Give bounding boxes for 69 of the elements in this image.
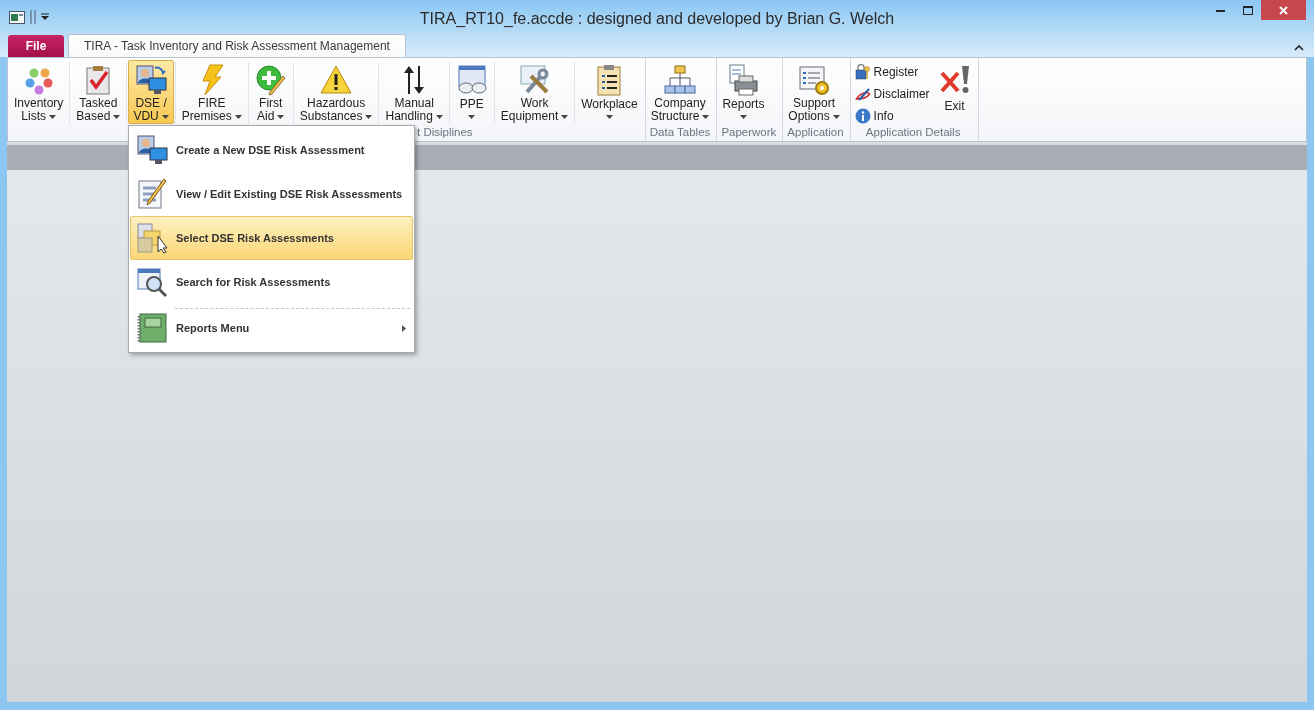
window-title: TIRA_RT10_fe.accde : designed and developed by Brian G. Welch [419,9,895,29]
caret-icon [365,114,373,119]
ribbon-button[interactable]: First Aid [249,60,292,124]
maximize-icon [1242,5,1253,15]
ribbon-button[interactable]: Disclaimer [850,83,934,105]
customize-caret-icon[interactable] [41,13,49,21]
notebook-icon [136,312,168,344]
caret-icon [277,114,285,119]
lock-key-icon [854,64,871,80]
ribbon-button[interactable]: FIRE Premises [176,60,247,124]
group-label: Application Details [865,125,961,141]
submenu-arrow-icon [402,324,406,332]
user-monitor-icon [135,64,168,96]
caret-icon [161,114,169,119]
menu-item[interactable]: Create a New DSE Risk Assessment [130,128,413,172]
ribbon-button[interactable]: Work Equipment [495,60,574,124]
pages-cursor-icon [136,222,168,254]
ribbon-button[interactable]: PPE [450,60,493,124]
ribbon-button[interactable]: Support Options [783,60,845,124]
minimize-icon [1216,8,1225,12]
ribbon-button[interactable]: Reports [717,60,770,124]
warning-icon [320,64,353,96]
close-button[interactable] [1261,0,1306,20]
caret-icon [234,114,242,119]
org-chart-icon [664,64,697,96]
ribbon-button[interactable]: Register [850,61,934,83]
printer-icon [727,64,760,96]
ribbon-button[interactable]: Info [850,105,934,127]
caret-icon [832,114,840,119]
ribbon-button[interactable]: Workplace [576,60,643,124]
caret-icon [468,114,476,119]
separator-icon [30,10,36,24]
caret-icon [561,114,569,119]
ribbon-button[interactable]: Tasked Based [71,60,126,124]
caret-icon [702,114,710,119]
info-icon [854,108,871,124]
ribbon-button[interactable]: Company Structure [645,60,715,124]
checklist-gear-icon [798,64,830,96]
caret-icon [113,114,121,119]
pencil-form-icon [136,178,168,210]
group-label: t Disiplines [417,125,473,141]
pen-swoosh-icon [854,86,871,102]
tools-icon [518,64,551,96]
plus-pencil-icon [254,64,287,96]
ribbon-button[interactable]: Exit [933,60,976,124]
ribbon-button[interactable]: Manual Handling [380,60,448,124]
group-label: Application [787,125,844,141]
ribbon-tab[interactable]: TIRA - Task Inventory and Risk Assessment Management [68,34,406,57]
ribbon-tab[interactable]: File [8,35,64,57]
menu-item[interactable]: Search for Risk Assessments [130,260,413,304]
caret-icon [739,114,747,119]
ribbon-button[interactable]: DSE / VDU [128,60,174,124]
caret-icon [605,114,613,119]
caret-icon [435,114,443,119]
glasses-icon [455,64,488,96]
user-monitor-icon [136,134,168,166]
group-label: Data Tables [649,125,711,141]
caret-icon [49,114,56,119]
exit-icon [938,64,971,96]
close-icon [1279,5,1288,15]
ribbon-button[interactable]: Inventory Lists [9,60,69,124]
ribbon-button[interactable]: Hazardous Substances [294,60,378,124]
collapse-ribbon-icon[interactable] [1294,44,1304,51]
app-icon[interactable] [9,10,25,24]
menu-item[interactable]: Reports Menu [130,306,413,350]
menu-item[interactable]: View / Edit Existing DSE Risk Assessments [130,172,413,216]
magnifier-document-icon [136,266,168,298]
menu-item[interactable]: Select DSE Risk Assessments [130,216,413,260]
group-label: Paperwork [721,125,777,141]
